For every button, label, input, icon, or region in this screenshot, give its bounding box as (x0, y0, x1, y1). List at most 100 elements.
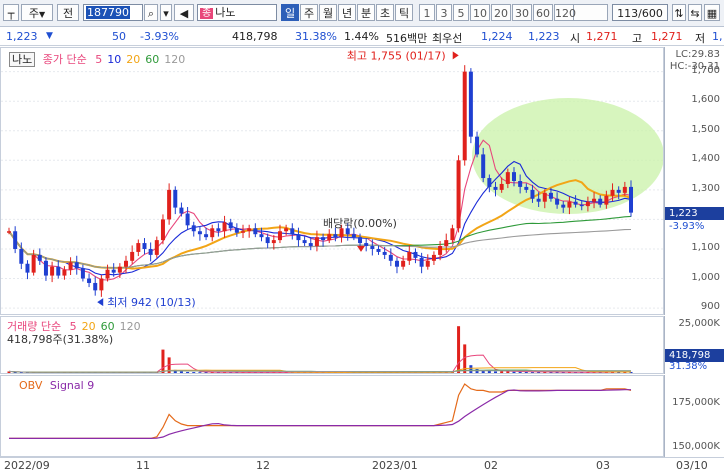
turnover-pct: 1.44% (344, 30, 379, 43)
price-tick-0: 1,700 (691, 65, 720, 76)
candle-body-11 (75, 262, 79, 268)
volume-bar-78 (488, 371, 491, 373)
price-chart-svg[interactable]: 최고 1,755 (01/17)최저 942 (10/13)배당락(0.00%) (1, 48, 663, 314)
candle-body-22 (142, 243, 146, 249)
interval-button-1[interactable]: 1 (419, 4, 435, 21)
candle-body-85 (530, 190, 534, 199)
candle-body-19 (124, 261, 128, 267)
candle-body-48 (303, 240, 307, 243)
candle-body-78 (487, 178, 491, 187)
candle-body-41 (259, 234, 263, 237)
candle-body-0 (7, 231, 11, 233)
candle-body-79 (494, 187, 498, 190)
interval-button-120[interactable]: 120 (554, 4, 574, 21)
obv-chart-svg[interactable] (1, 376, 663, 456)
code-list-icon[interactable]: ▾ (160, 4, 172, 21)
chart-type-icon[interactable]: ┬ (3, 4, 19, 21)
period-tab-6[interactable]: 틱 (395, 4, 413, 21)
high-price: 1,271 (651, 30, 683, 43)
candle-body-36 (229, 222, 233, 228)
candle-body-67 (420, 258, 424, 267)
stock-type-select[interactable]: 주▼ (21, 4, 53, 21)
ma-periods: 5102060120 (90, 53, 185, 66)
candle-body-70 (438, 246, 442, 255)
current-price: 1,223 (6, 30, 38, 43)
candle-body-80 (500, 184, 504, 190)
volume-pane[interactable]: 거래량 단순 52060120 418,798주(31.38%) (0, 316, 664, 374)
candle-body-96 (598, 199, 602, 205)
candle-body-81 (506, 172, 510, 184)
volume-bar-73 (457, 326, 460, 373)
candle-body-33 (210, 228, 214, 237)
interval-input[interactable] (572, 4, 608, 21)
interval-button-20[interactable]: 20 (491, 4, 511, 21)
candle-body-65 (407, 252, 411, 261)
candle-body-14 (93, 283, 97, 290)
period-tab-3[interactable]: 년 (338, 4, 356, 21)
period-tab-5[interactable]: 초 (376, 4, 394, 21)
candle-body-88 (549, 193, 553, 199)
period-tab-0[interactable]: 일 (281, 4, 299, 21)
low-arrow-icon (97, 298, 103, 306)
period-tab-2[interactable]: 월 (319, 4, 337, 21)
candle-body-51 (321, 237, 325, 240)
volume-ma-5 (9, 355, 631, 372)
period-tab-4[interactable]: 분 (357, 4, 375, 21)
obv-y-axis: 175,000K 150,000K (664, 375, 724, 457)
expand-icon[interactable]: ⇅ (672, 4, 686, 21)
candle-body-6 (44, 261, 48, 276)
candle-body-92 (574, 202, 578, 205)
candle-body-89 (555, 199, 559, 205)
candle-body-13 (87, 279, 91, 283)
highlight-ellipse (472, 98, 663, 214)
candle-body-68 (426, 261, 430, 267)
data-count-field[interactable]: 113/600 (612, 4, 668, 21)
candle-body-91 (567, 202, 571, 208)
fit-icon[interactable]: ⇆ (688, 4, 702, 21)
candle-body-18 (118, 267, 122, 273)
x-label-12: 12 (256, 459, 270, 472)
candle-body-93 (580, 205, 584, 207)
candle-body-95 (592, 199, 596, 202)
obv-pane[interactable]: OBV Signal 9 (0, 375, 664, 457)
candle-body-76 (475, 137, 479, 155)
candle-body-61 (383, 252, 387, 255)
candle-body-44 (278, 231, 282, 240)
candle-body-47 (296, 234, 300, 240)
interval-button-60[interactable]: 60 (533, 4, 553, 21)
high-arrow-icon (453, 51, 459, 59)
candle-body-53 (333, 234, 337, 237)
volume-bar-82 (512, 372, 515, 373)
candle-body-20 (130, 252, 134, 261)
lc-label: LC:29.83 (675, 49, 720, 60)
volume-bar-81 (506, 371, 509, 373)
candle-body-87 (543, 193, 547, 202)
interval-button-5[interactable]: 5 (453, 4, 469, 21)
price-y-axis: LC:29.83 HC:-30.31 1,7001,6001,5001,4001… (664, 47, 724, 315)
settings-icon[interactable]: ▦ (704, 4, 720, 21)
stock-name-field[interactable]: 종나노 (197, 4, 277, 21)
candle-body-28 (179, 208, 183, 214)
open-label: 시 (570, 30, 580, 46)
obv-tick-low: 150,000K (672, 441, 720, 452)
price-chart-pane[interactable]: 최고 1,755 (01/17)최저 942 (10/13)배당락(0.00%)… (0, 47, 664, 315)
trade-amount: 516백만 (386, 30, 427, 46)
period-tab-1[interactable]: 주 (300, 4, 318, 21)
stock-name-tag: 종 (200, 8, 213, 19)
interval-button-30[interactable]: 30 (512, 4, 532, 21)
candle-body-35 (223, 222, 227, 231)
stock-code-input[interactable]: 187790 (83, 4, 143, 21)
candle-body-9 (62, 270, 66, 276)
candle-body-56 (352, 234, 356, 237)
interval-button-10[interactable]: 10 (470, 4, 490, 21)
candle-body-12 (81, 268, 85, 278)
high-label: 고 (632, 30, 642, 46)
speaker-icon[interactable]: ◀ (174, 4, 194, 21)
candle-body-38 (241, 231, 245, 233)
interval-button-3[interactable]: 3 (436, 4, 452, 21)
candle-body-52 (327, 234, 331, 240)
candle-body-1 (13, 231, 17, 249)
prev-button[interactable]: 전 (57, 4, 79, 21)
search-icon[interactable]: ⌕ (144, 4, 158, 21)
candle-body-99 (617, 190, 621, 193)
